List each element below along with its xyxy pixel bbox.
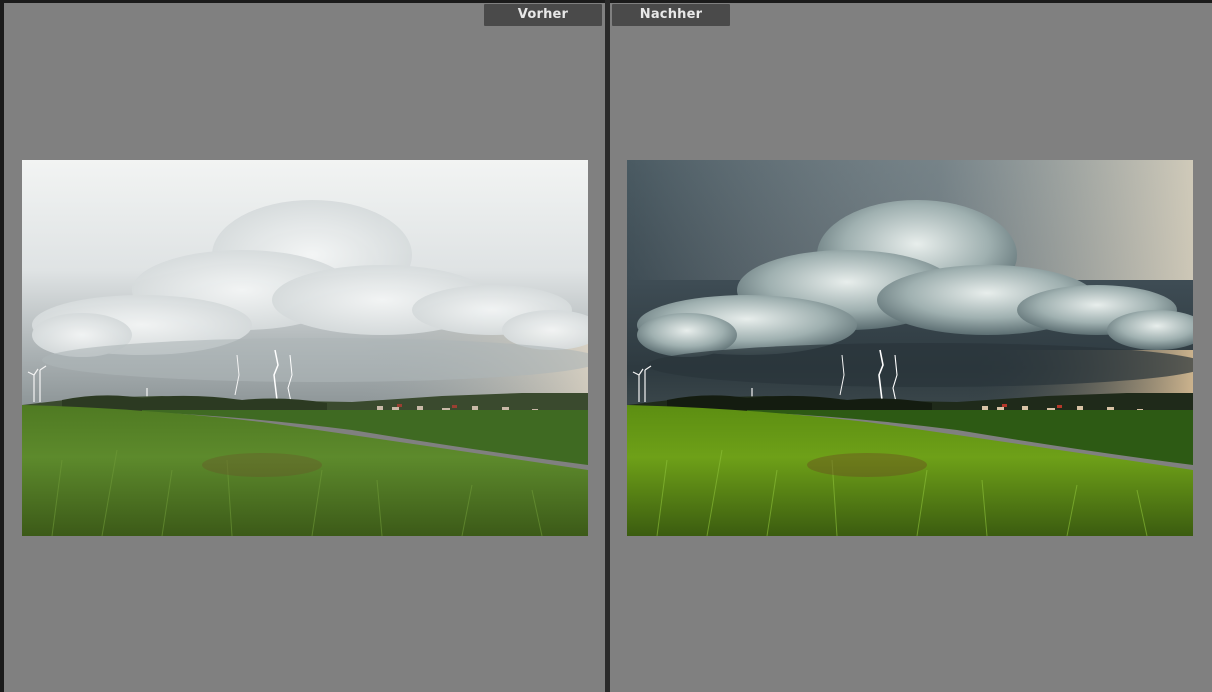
split-divider[interactable] [605, 0, 610, 692]
after-photo[interactable] [627, 160, 1193, 536]
after-label: Nachher [612, 4, 730, 26]
before-photo[interactable] [22, 160, 588, 536]
before-after-workspace: Vorher Nachher [0, 0, 1212, 692]
after-photo-image [627, 160, 1193, 536]
before-label: Vorher [484, 4, 602, 26]
before-photo-image [22, 160, 588, 536]
